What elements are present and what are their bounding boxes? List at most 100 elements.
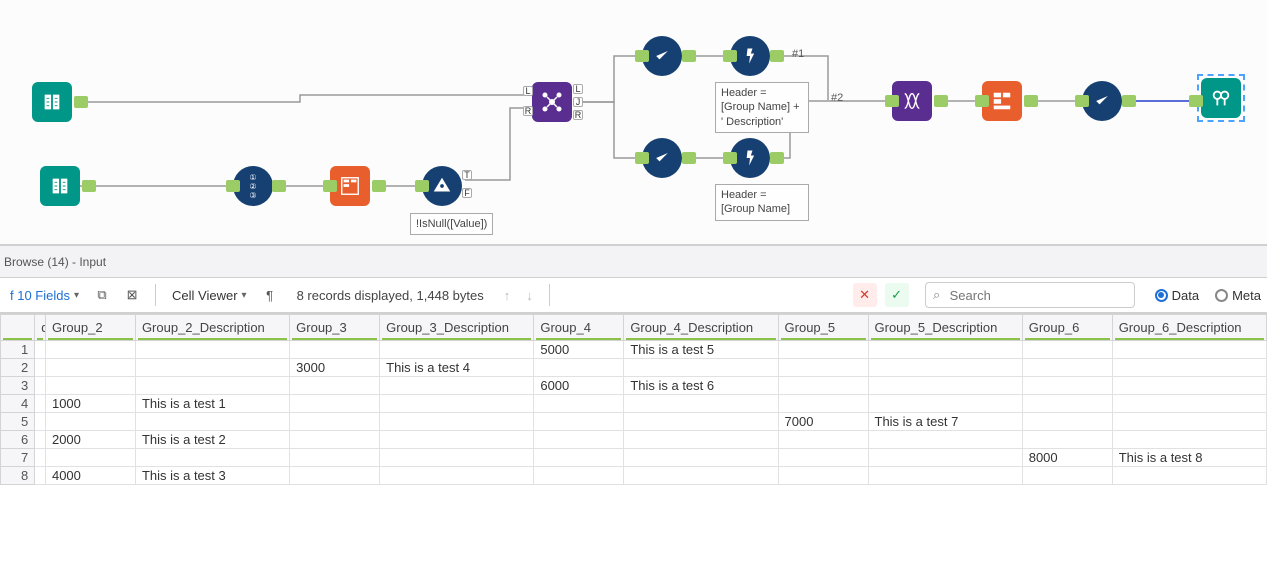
cell[interactable]	[290, 413, 380, 431]
cell[interactable]: 6000	[534, 377, 624, 395]
workflow-canvas[interactable]: ①②③ T F !IsNull([Value]) L R L J R	[0, 0, 1267, 246]
column-header[interactable]: Group_3_Description	[380, 315, 534, 341]
cell[interactable]	[1112, 467, 1266, 485]
cell[interactable]: This is a test 5	[624, 341, 778, 359]
cell[interactable]	[35, 449, 46, 467]
fields-dropdown[interactable]: f 10 Fields ▾	[6, 286, 83, 305]
cell[interactable]	[778, 395, 868, 413]
cell[interactable]	[778, 449, 868, 467]
filter-false-anchor[interactable]: F	[462, 188, 472, 198]
cell[interactable]	[624, 467, 778, 485]
cell[interactable]	[45, 377, 135, 395]
cell[interactable]	[534, 395, 624, 413]
cell[interactable]	[534, 467, 624, 485]
output-anchor[interactable]	[934, 95, 948, 107]
join-left-output[interactable]: L	[573, 84, 583, 94]
cell[interactable]	[1112, 395, 1266, 413]
cell[interactable]	[868, 431, 1022, 449]
column-header[interactable]: Group_5	[778, 315, 868, 341]
cell[interactable]: This is a test 4	[380, 359, 534, 377]
join-right-output[interactable]: R	[573, 110, 583, 120]
column-header[interactable]: Group_4	[534, 315, 624, 341]
cell[interactable]	[135, 341, 289, 359]
cell[interactable]	[290, 449, 380, 467]
cell[interactable]	[778, 359, 868, 377]
column-header[interactable]: d	[35, 315, 46, 341]
output-anchor[interactable]	[1122, 95, 1136, 107]
cell[interactable]	[778, 377, 868, 395]
cell[interactable]	[1112, 377, 1266, 395]
cell[interactable]	[534, 413, 624, 431]
cell[interactable]	[624, 431, 778, 449]
cell[interactable]	[380, 341, 534, 359]
cell[interactable]	[534, 359, 624, 377]
input-anchor[interactable]	[635, 152, 649, 164]
move-down-button[interactable]: ↓	[522, 286, 537, 305]
row-number[interactable]: 2	[1, 359, 35, 377]
cell[interactable]	[35, 413, 46, 431]
paragraph-button[interactable]: ¶	[259, 286, 281, 304]
cell[interactable]: This is a test 1	[135, 395, 289, 413]
output-anchor[interactable]	[372, 180, 386, 192]
cell[interactable]	[380, 395, 534, 413]
search-input[interactable]	[948, 287, 1128, 304]
table-row[interactable]: 62000This is a test 2	[1, 431, 1267, 449]
cell[interactable]	[624, 413, 778, 431]
cell[interactable]	[290, 395, 380, 413]
cell[interactable]	[778, 341, 868, 359]
column-header[interactable]: Group_5_Description	[868, 315, 1022, 341]
column-header[interactable]: Group_6_Description	[1112, 315, 1266, 341]
cell[interactable]: 5000	[534, 341, 624, 359]
cell[interactable]	[1022, 377, 1112, 395]
join-tool[interactable]	[532, 82, 572, 122]
output-anchor[interactable]	[770, 152, 784, 164]
cell[interactable]	[1022, 413, 1112, 431]
cell[interactable]	[1112, 431, 1266, 449]
column-header[interactable]: Group_2_Description	[135, 315, 289, 341]
output-anchor[interactable]	[1024, 95, 1038, 107]
results-table-wrap[interactable]: dGroup_2Group_2_DescriptionGroup_3Group_…	[0, 314, 1267, 575]
browse-tool-selected[interactable]	[1197, 74, 1245, 122]
cell[interactable]: 1000	[45, 395, 135, 413]
cell[interactable]	[135, 449, 289, 467]
meta-view-radio[interactable]: Meta	[1215, 288, 1261, 303]
table-row[interactable]: 1 5000This is a test 5	[1, 341, 1267, 359]
cell[interactable]: This is a test 2	[135, 431, 289, 449]
data-view-radio[interactable]: Data	[1155, 288, 1199, 303]
cell[interactable]	[1022, 395, 1112, 413]
cell[interactable]	[135, 377, 289, 395]
row-number[interactable]: 1	[1, 341, 35, 359]
table-row[interactable]: 57000This is a test 7	[1, 413, 1267, 431]
cell[interactable]	[45, 359, 135, 377]
cell[interactable]	[868, 449, 1022, 467]
cell[interactable]	[1022, 431, 1112, 449]
input-anchor[interactable]	[885, 95, 899, 107]
cell[interactable]	[290, 431, 380, 449]
join-join-output[interactable]: J	[573, 97, 583, 107]
input-anchor[interactable]	[1189, 95, 1203, 107]
cell[interactable]	[624, 395, 778, 413]
filter-true-anchor[interactable]: T	[462, 170, 472, 180]
cell[interactable]	[868, 341, 1022, 359]
cell-viewer-dropdown[interactable]: Cell Viewer ▾	[168, 286, 251, 305]
cell[interactable]	[45, 413, 135, 431]
input-anchor[interactable]	[975, 95, 989, 107]
cell[interactable]	[868, 395, 1022, 413]
cell[interactable]	[35, 341, 46, 359]
cell[interactable]	[380, 431, 534, 449]
cell[interactable]	[624, 359, 778, 377]
cell[interactable]	[135, 359, 289, 377]
cell[interactable]	[778, 431, 868, 449]
cell[interactable]	[380, 413, 534, 431]
input-anchor[interactable]	[635, 50, 649, 62]
cell[interactable]	[35, 467, 46, 485]
cell[interactable]	[534, 431, 624, 449]
remove-button[interactable]: ⊠	[121, 286, 143, 304]
cell[interactable]	[868, 359, 1022, 377]
input-tool-2[interactable]	[40, 166, 80, 206]
input-anchor[interactable]	[323, 180, 337, 192]
cell[interactable]: This is a test 8	[1112, 449, 1266, 467]
join-left-input[interactable]: L	[523, 86, 533, 96]
cell[interactable]: 3000	[290, 359, 380, 377]
cell[interactable]	[35, 395, 46, 413]
